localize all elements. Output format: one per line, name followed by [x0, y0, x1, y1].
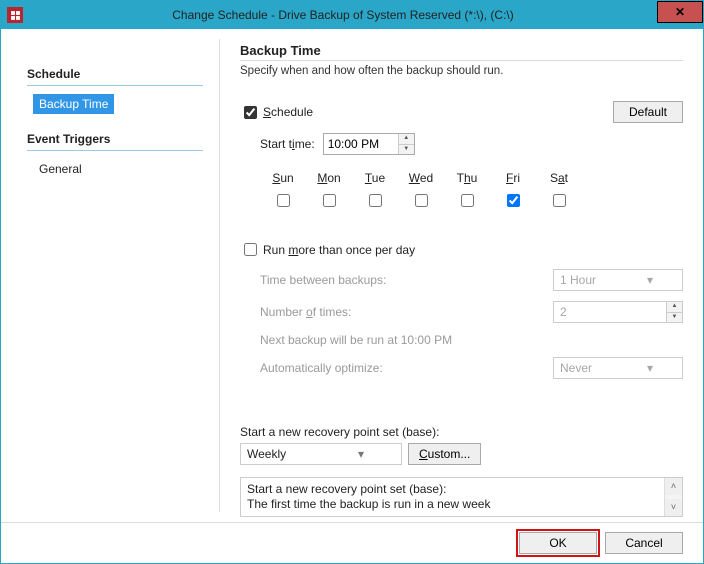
day-header-sat: Sat: [536, 171, 582, 185]
optimize-value: Never: [554, 361, 618, 375]
start-time-input[interactable]: [324, 134, 398, 154]
dialog-window: Change Schedule - Drive Backup of System…: [0, 0, 704, 564]
schedule-checkbox-row[interactable]: Schedule: [240, 103, 313, 122]
window-title: Change Schedule - Drive Backup of System…: [23, 8, 703, 22]
chevron-down-icon: ▾: [618, 361, 682, 375]
time-spinner: ▲ ▼: [398, 134, 414, 154]
count-spinner-up: ▲: [667, 302, 682, 313]
recovery-select-value: Weekly: [241, 447, 321, 461]
start-time-input-wrap: ▲ ▼: [323, 133, 415, 155]
default-button[interactable]: Default: [613, 101, 683, 123]
day-header-thu: Thu: [444, 171, 490, 185]
main-pane: Backup Time Specify when and how often t…: [220, 29, 703, 522]
schedule-checkbox-label: Schedule: [263, 105, 313, 119]
day-check-mon[interactable]: [323, 194, 336, 207]
day-check-sat[interactable]: [553, 194, 566, 207]
close-icon: ✕: [675, 5, 685, 19]
ok-button[interactable]: OK: [519, 532, 597, 554]
day-check-fri[interactable]: [507, 194, 520, 207]
chevron-down-icon: ▾: [618, 273, 682, 287]
day-header-wed: Wed: [398, 171, 444, 185]
interval-select: 1 Hour ▾: [553, 269, 683, 291]
recovery-description-box: Start a new recovery point set (base): T…: [240, 477, 683, 517]
optimize-label: Automatically optimize:: [260, 361, 553, 375]
scroll-up-icon[interactable]: ˄: [665, 478, 682, 495]
app-icon: [7, 7, 23, 23]
sidebar: Schedule Backup Time Event Triggers Gene…: [1, 29, 219, 522]
dialog-footer: OK Cancel: [1, 522, 703, 563]
close-button[interactable]: ✕: [657, 1, 703, 23]
day-check-thu[interactable]: [461, 194, 474, 207]
recovery-label: Start a new recovery point set (base):: [240, 425, 683, 439]
schedule-checkbox[interactable]: [244, 106, 257, 119]
desc-line-1: Start a new recovery point set (base):: [247, 482, 660, 497]
custom-button[interactable]: Custom...: [408, 443, 481, 465]
day-header-fri: Fri: [490, 171, 536, 185]
page-subtitle: Specify when and how often the backup sh…: [240, 65, 683, 77]
desc-line-2: The first time the backup is run in a ne…: [247, 497, 660, 512]
day-header-tue: Tue: [352, 171, 398, 185]
day-header-mon: Mon: [306, 171, 352, 185]
sidebar-header-event-triggers: Event Triggers: [27, 132, 203, 151]
count-label: Number of times:: [260, 305, 553, 319]
next-run-text: Next backup will be run at 10:00 PM: [260, 333, 683, 347]
multi-run-checkbox-row[interactable]: Run more than once per day: [240, 240, 683, 259]
sidebar-header-schedule: Schedule: [27, 67, 203, 86]
day-header-sun: Sun: [260, 171, 306, 185]
optimize-select: Never ▾: [553, 357, 683, 379]
day-check-sun[interactable]: [277, 194, 290, 207]
cancel-button[interactable]: Cancel: [605, 532, 683, 554]
multi-run-label: Run more than once per day: [263, 243, 415, 257]
day-check-wed[interactable]: [415, 194, 428, 207]
scroll-down-icon[interactable]: ˅: [665, 499, 682, 516]
multi-run-checkbox[interactable]: [244, 243, 257, 256]
chevron-down-icon: ▾: [321, 447, 401, 461]
sidebar-item-general[interactable]: General: [33, 159, 88, 179]
titlebar: Change Schedule - Drive Backup of System…: [1, 1, 703, 29]
count-input-wrap: ▲ ▼: [553, 301, 683, 323]
start-time-label: Start time:: [260, 137, 315, 151]
count-input: [554, 305, 682, 319]
interval-label: Time between backups:: [260, 273, 553, 287]
page-heading: Backup Time: [240, 43, 683, 61]
spinner-down[interactable]: ▼: [399, 145, 414, 155]
count-spinner-down: ▼: [667, 313, 682, 323]
days-grid: Sun Mon Tue Wed Thu Fri Sat: [260, 171, 683, 210]
recovery-select[interactable]: Weekly ▾: [240, 443, 402, 465]
count-spinner: ▲ ▼: [666, 302, 682, 322]
desc-scrollbar[interactable]: ˄ ˅: [664, 478, 682, 516]
day-check-tue[interactable]: [369, 194, 382, 207]
spinner-up[interactable]: ▲: [399, 134, 414, 145]
interval-value: 1 Hour: [554, 273, 618, 287]
sidebar-item-backup-time[interactable]: Backup Time: [33, 94, 114, 114]
